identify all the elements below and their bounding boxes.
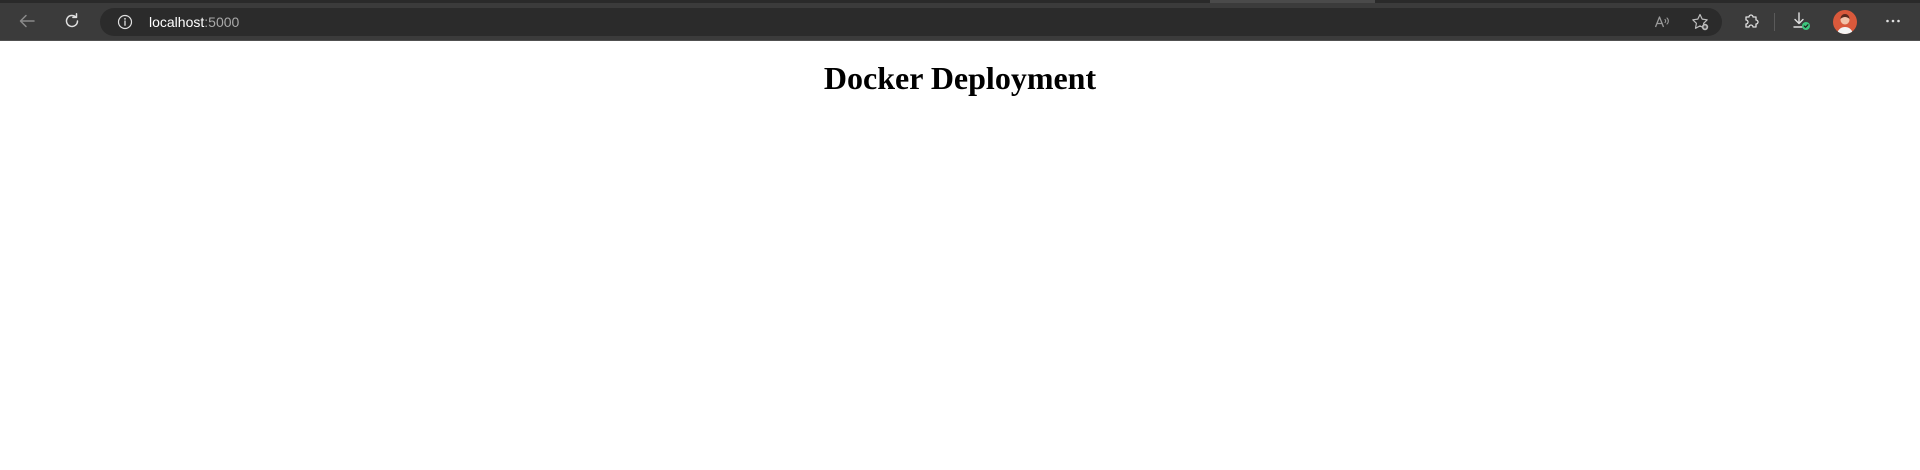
- url-port: :5000: [204, 14, 240, 30]
- tab-strip-highlight: [1210, 0, 1375, 3]
- tab-strip: [0, 0, 1920, 3]
- profile-avatar[interactable]: [1833, 10, 1857, 34]
- extensions-button[interactable]: [1736, 6, 1766, 36]
- more-icon: [1884, 12, 1902, 30]
- refresh-icon: [62, 11, 82, 31]
- more-button[interactable]: [1878, 6, 1908, 36]
- info-icon[interactable]: [117, 14, 133, 35]
- downloads-button[interactable]: [1786, 6, 1816, 36]
- url-text[interactable]: localhost:5000: [149, 14, 239, 30]
- toolbar-separator: [1774, 13, 1775, 31]
- back-icon: [17, 11, 37, 31]
- browser-toolbar: localhost:5000: [0, 0, 1920, 41]
- page-title: Docker Deployment: [823, 60, 1097, 96]
- favorite-add-icon[interactable]: [1690, 12, 1710, 37]
- refresh-button[interactable]: [57, 6, 87, 36]
- extensions-icon: [1741, 11, 1761, 31]
- downloads-icon: [1790, 10, 1812, 32]
- read-aloud-icon[interactable]: [1653, 13, 1671, 36]
- address-bar[interactable]: localhost:5000: [100, 8, 1722, 36]
- back-button[interactable]: [12, 6, 42, 36]
- url-host: localhost: [149, 14, 205, 30]
